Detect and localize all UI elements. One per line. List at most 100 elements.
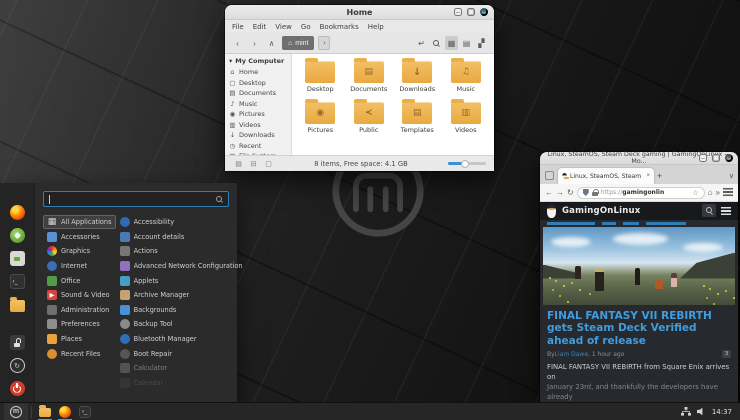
breadcrumb-next-button[interactable]: › — [318, 36, 330, 50]
zoom-slider-knob[interactable] — [461, 160, 469, 168]
zoom-slider[interactable] — [448, 162, 486, 165]
fm-maximize-button[interactable]: ▢ — [467, 8, 475, 16]
nav-reload-button[interactable]: ↻ — [567, 188, 574, 197]
comment-count-badge[interactable]: 3 — [722, 350, 731, 358]
url-bar[interactable]: https://gamingonlin ☆ — [577, 187, 705, 199]
site-nav-link[interactable] — [646, 222, 686, 225]
volume-icon[interactable] — [697, 407, 706, 416]
sidebar-place-item[interactable]: ▢ Desktop — [229, 78, 291, 89]
folder-item[interactable]: Music — [442, 61, 491, 93]
menu-app-item[interactable]: Archive Manager — [116, 288, 247, 303]
menu-app-item[interactable]: Accessibility — [116, 215, 247, 230]
up-button[interactable]: ∧ — [265, 36, 278, 50]
taskbar-app-button[interactable] — [55, 403, 75, 420]
browser-maximize-button[interactable]: ▢ — [712, 154, 720, 162]
menu-category-item[interactable]: Internet — [43, 259, 116, 274]
sidebar-place-item[interactable]: ▤ Documents — [229, 88, 291, 99]
sidebar-place-item[interactable]: ⌂ Home — [229, 67, 291, 78]
site-nav-link[interactable] — [602, 222, 616, 225]
log-out-button[interactable]: ↻ — [10, 358, 25, 373]
menu-category-item[interactable]: Recent Files — [43, 346, 116, 361]
taskbar-app-button[interactable] — [35, 403, 55, 420]
software-sources-launcher[interactable] — [10, 251, 25, 266]
files-launcher[interactable] — [10, 297, 25, 312]
folder-item[interactable]: Templates — [393, 102, 442, 134]
forward-button[interactable]: › — [248, 36, 261, 50]
site-nav-link[interactable] — [547, 222, 595, 225]
sidebar-place-item[interactable]: ♪ Music — [229, 99, 291, 110]
nav-back-button[interactable]: ← — [545, 188, 553, 197]
menu-category-item[interactable]: Places — [43, 332, 116, 347]
lock-icon[interactable] — [592, 189, 598, 196]
folder-item[interactable]: Documents — [345, 61, 394, 93]
list-tabs-icon[interactable]: ∨ — [729, 172, 734, 180]
fm-titlebar[interactable]: Home – ▢ × — [225, 5, 494, 20]
menu-app-item[interactable]: Advanced Network Configuration — [116, 259, 247, 274]
menu-app-item[interactable]: Boot Repair — [116, 346, 247, 361]
site-name[interactable]: GamingOnLinux — [562, 206, 640, 216]
breadcrumb[interactable]: ⌂mint — [282, 36, 314, 50]
site-menu-icon[interactable] — [721, 207, 731, 215]
sidebar-hide-icon[interactable]: ▢ — [263, 160, 274, 168]
article-headline[interactable]: FINAL FANTASY VII REBIRTH gets Steam Dec… — [547, 310, 731, 347]
list-view-button[interactable]: ▤ — [460, 36, 473, 50]
menu-category-item[interactable]: ▶ Sound & Video — [43, 288, 116, 303]
bookmark-star-icon[interactable]: ☆ — [692, 189, 698, 197]
search-icon[interactable] — [430, 36, 443, 50]
author-link[interactable]: Liam Dawe — [555, 351, 588, 358]
browser-close-button[interactable]: × — [725, 154, 733, 162]
compact-view-button[interactable]: ▞ — [475, 36, 488, 50]
menu-app-item[interactable]: Backup Tool — [116, 317, 247, 332]
location-entry-icon[interactable]: ↵ — [415, 36, 428, 50]
lock-screen-button[interactable] — [10, 335, 25, 350]
browser-minimize-button[interactable]: – — [699, 154, 707, 162]
hamburger-menu-icon[interactable] — [723, 188, 733, 198]
menu-category-item[interactable]: Graphics — [43, 244, 116, 259]
folder-item[interactable]: Downloads — [393, 61, 442, 93]
sidebar-place-item[interactable]: ◷ Recent — [229, 141, 291, 152]
menu-app-item[interactable]: Bluetooth Manager — [116, 332, 247, 347]
folder-item[interactable]: Pictures — [296, 102, 345, 134]
menu-category-item[interactable]: ▦ All Applications — [43, 215, 116, 230]
menu-app-item[interactable]: Backgrounds — [116, 303, 247, 318]
site-nav-link[interactable] — [623, 222, 639, 225]
folder-item[interactable]: Desktop — [296, 61, 345, 93]
menu-app-item[interactable]: Applets — [116, 273, 247, 288]
sidebar-places-toggle-icon[interactable]: ▤ — [233, 160, 244, 168]
fm-menu-item[interactable]: Go — [301, 23, 311, 31]
sidebar-place-item[interactable]: ↓ Downloads — [229, 130, 291, 141]
menu-search-input[interactable] — [43, 191, 229, 207]
folder-item[interactable]: Public — [345, 102, 394, 134]
site-search-icon[interactable] — [702, 204, 716, 217]
fm-menu-item[interactable]: Bookmarks — [320, 23, 359, 31]
sidebar-section-header[interactable]: ▾My Computer — [229, 57, 291, 65]
clock[interactable]: 14:37 — [712, 408, 732, 416]
overflow-icon[interactable]: » — [716, 188, 720, 197]
menu-category-item[interactable]: Office — [43, 273, 116, 288]
menu-category-item[interactable]: Preferences — [43, 317, 116, 332]
new-tab-button[interactable]: + — [657, 171, 662, 181]
nav-forward-button[interactable]: → — [556, 188, 564, 197]
menu-app-item[interactable]: Calculator — [116, 361, 247, 376]
fm-minimize-button[interactable]: – — [454, 8, 462, 16]
browser-tab[interactable]: Linux, SteamOS, Steam Dec × — [558, 168, 654, 184]
menu-app-item[interactable]: Calendar — [116, 376, 247, 391]
network-icon[interactable] — [681, 407, 691, 416]
taskbar-app-button[interactable]: ›_ — [75, 403, 95, 420]
tab-close-icon[interactable]: × — [646, 173, 650, 179]
sidebar-place-item[interactable]: ▥ Videos — [229, 120, 291, 131]
fm-close-button[interactable]: × — [480, 8, 488, 16]
tracking-shield-icon[interactable] — [583, 189, 589, 196]
menu-category-item[interactable]: Accessories — [43, 230, 116, 245]
firefox-view-icon[interactable] — [545, 171, 554, 180]
browser-titlebar[interactable]: Linux, SteamOS, Steam Deck gaming | Gami… — [540, 152, 738, 165]
site-logo-penguin-icon[interactable] — [547, 204, 556, 218]
terminal-launcher[interactable]: ›_ — [10, 274, 25, 289]
power-off-button[interactable] — [10, 381, 25, 396]
back-button[interactable]: ‹ — [231, 36, 244, 50]
fm-menu-item[interactable]: File — [232, 23, 244, 31]
sidebar-tree-toggle-icon[interactable]: ⊟ — [248, 160, 259, 168]
home-button[interactable]: ⌂ — [708, 188, 713, 197]
menu-app-item[interactable]: Account details — [116, 230, 247, 245]
fm-menu-item[interactable]: Edit — [253, 23, 267, 31]
